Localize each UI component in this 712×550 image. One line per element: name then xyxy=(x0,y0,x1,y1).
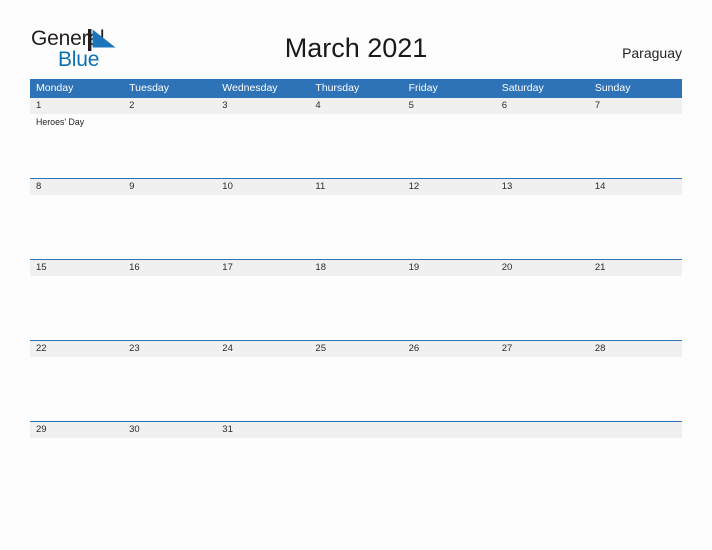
day-event[interactable] xyxy=(589,114,682,178)
day-number[interactable]: 30 xyxy=(123,422,216,438)
day-number[interactable]: 19 xyxy=(403,260,496,276)
day-number[interactable]: 21 xyxy=(589,260,682,276)
day-number[interactable]: 26 xyxy=(403,341,496,357)
day-number[interactable]: 22 xyxy=(30,341,123,357)
day-event[interactable] xyxy=(123,276,216,340)
day-event[interactable] xyxy=(309,276,402,340)
day-event[interactable] xyxy=(496,357,589,421)
calendar-week-row: 1 2 3 4 5 6 7 Heroes' Day xyxy=(30,97,682,178)
weekday-header-friday: Friday xyxy=(408,82,438,94)
day-event[interactable]: Heroes' Day xyxy=(30,114,123,178)
weekday-header-sunday: Sunday xyxy=(594,82,631,94)
locale-label: Paraguay xyxy=(622,45,682,61)
day-event[interactable] xyxy=(309,114,402,178)
week-event-band xyxy=(30,276,682,340)
day-event-empty xyxy=(403,438,496,502)
day-event[interactable] xyxy=(216,357,309,421)
week-event-band xyxy=(30,438,682,502)
weekday-header-tuesday: Tuesday xyxy=(129,82,170,94)
day-event[interactable] xyxy=(589,195,682,259)
day-number[interactable]: 3 xyxy=(216,98,309,114)
day-number[interactable]: 1 xyxy=(30,98,123,114)
day-event-empty xyxy=(589,438,682,502)
day-number[interactable]: 10 xyxy=(216,179,309,195)
day-number[interactable]: 29 xyxy=(30,422,123,438)
day-number[interactable]: 16 xyxy=(123,260,216,276)
weekday-header-saturday: Saturday xyxy=(501,82,544,94)
day-number[interactable]: 25 xyxy=(309,341,402,357)
day-number[interactable]: 5 xyxy=(403,98,496,114)
day-event[interactable] xyxy=(30,276,123,340)
week-date-band: 29 30 31 xyxy=(30,421,682,438)
day-event[interactable] xyxy=(403,114,496,178)
day-event[interactable] xyxy=(589,276,682,340)
day-event[interactable] xyxy=(403,195,496,259)
week-date-band: 15 16 17 18 19 20 21 xyxy=(30,259,682,276)
day-event[interactable] xyxy=(216,195,309,259)
day-event[interactable] xyxy=(496,114,589,178)
page-header: General Blue March 2021 Paraguay xyxy=(0,0,712,79)
day-number-empty xyxy=(403,422,496,438)
week-date-band: 8 9 10 11 12 13 14 xyxy=(30,178,682,195)
day-number[interactable]: 12 xyxy=(403,179,496,195)
day-event[interactable] xyxy=(123,195,216,259)
day-number[interactable]: 6 xyxy=(496,98,589,114)
day-event[interactable] xyxy=(123,357,216,421)
day-number[interactable]: 13 xyxy=(496,179,589,195)
day-number-empty xyxy=(589,422,682,438)
day-number[interactable]: 18 xyxy=(309,260,402,276)
day-number[interactable]: 20 xyxy=(496,260,589,276)
day-number[interactable]: 14 xyxy=(589,179,682,195)
calendar-week-row: 15 16 17 18 19 20 21 xyxy=(30,259,682,340)
day-number[interactable]: 9 xyxy=(123,179,216,195)
day-event[interactable] xyxy=(216,438,309,502)
day-event[interactable] xyxy=(403,357,496,421)
day-event[interactable] xyxy=(30,357,123,421)
day-event[interactable] xyxy=(216,114,309,178)
weekday-header-monday: Monday xyxy=(36,82,74,94)
day-number[interactable]: 4 xyxy=(309,98,402,114)
day-number-empty xyxy=(496,422,589,438)
calendar-week-row: 8 9 10 11 12 13 14 xyxy=(30,178,682,259)
day-event[interactable] xyxy=(123,438,216,502)
weekday-header-row: Monday Tuesday Wednesday Thursday Friday… xyxy=(30,79,682,97)
day-number[interactable]: 11 xyxy=(309,179,402,195)
day-number[interactable]: 2 xyxy=(123,98,216,114)
page-title: March 2021 xyxy=(284,33,428,63)
week-event-band: Heroes' Day xyxy=(30,114,682,178)
day-number[interactable]: 7 xyxy=(589,98,682,114)
week-date-band: 22 23 24 25 26 27 28 xyxy=(30,340,682,357)
weekday-header-wednesday: Wednesday xyxy=(222,82,278,94)
day-event[interactable] xyxy=(309,357,402,421)
day-number[interactable]: 27 xyxy=(496,341,589,357)
calendar-grid: Monday Tuesday Wednesday Thursday Friday… xyxy=(30,79,682,502)
day-event[interactable] xyxy=(30,438,123,502)
day-number[interactable]: 28 xyxy=(589,341,682,357)
day-number[interactable]: 23 xyxy=(123,341,216,357)
day-event[interactable] xyxy=(216,276,309,340)
day-event[interactable] xyxy=(589,357,682,421)
day-event[interactable] xyxy=(30,195,123,259)
day-number[interactable]: 24 xyxy=(216,341,309,357)
week-event-band xyxy=(30,357,682,421)
day-number[interactable]: 15 xyxy=(30,260,123,276)
calendar-week-row: 22 23 24 25 26 27 28 xyxy=(30,340,682,421)
day-event[interactable] xyxy=(496,195,589,259)
weekday-header-thursday: Thursday xyxy=(315,82,360,94)
day-number[interactable]: 31 xyxy=(216,422,309,438)
day-event[interactable] xyxy=(496,276,589,340)
day-event[interactable] xyxy=(403,276,496,340)
day-event-empty xyxy=(309,438,402,502)
week-event-band xyxy=(30,195,682,259)
day-event-empty xyxy=(496,438,589,502)
day-number-empty xyxy=(309,422,402,438)
day-number[interactable]: 17 xyxy=(216,260,309,276)
day-number[interactable]: 8 xyxy=(30,179,123,195)
day-event[interactable] xyxy=(123,114,216,178)
calendar-week-row: 29 30 31 xyxy=(30,421,682,502)
week-date-band: 1 2 3 4 5 6 7 xyxy=(30,97,682,114)
day-event[interactable] xyxy=(309,195,402,259)
